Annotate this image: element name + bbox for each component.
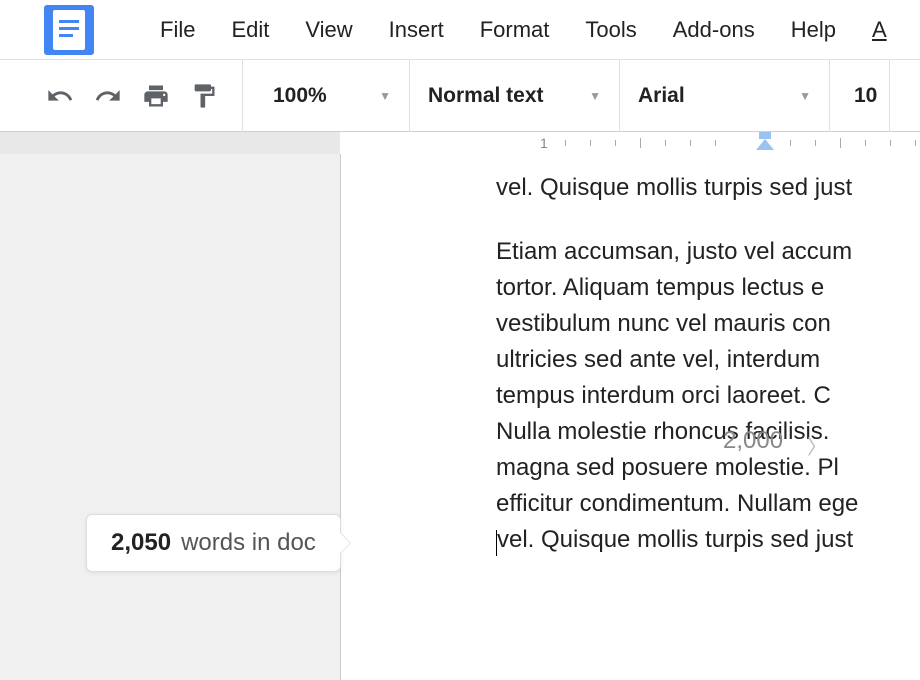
menu-file[interactable]: File: [142, 0, 213, 60]
docs-logo[interactable]: [44, 5, 94, 55]
text-line: vestibulum nunc vel mauris con: [496, 306, 920, 342]
line-marker-arrow-icon: 〉: [807, 431, 827, 460]
redo-button[interactable]: [86, 74, 130, 118]
undo-button[interactable]: [38, 74, 82, 118]
paragraph-style-dropdown[interactable]: Normal text ▼: [410, 60, 620, 132]
docs-icon: [53, 10, 85, 50]
ruler-number: 1: [540, 135, 548, 151]
text-line: efficitur condimentum. Nullam ege: [496, 486, 920, 522]
chevron-down-icon: ▼: [589, 89, 601, 103]
text-line: Nulla molestie rhoncus facilisis.: [496, 414, 920, 450]
menu-help[interactable]: Help: [773, 0, 854, 60]
menu-format[interactable]: Format: [462, 0, 568, 60]
menu-tools[interactable]: Tools: [567, 0, 654, 60]
text-line: vel. Quisque mollis turpis sed just: [496, 170, 920, 206]
first-line-indent-marker[interactable]: [759, 132, 771, 139]
menu-view[interactable]: View: [287, 0, 370, 60]
menu-edit[interactable]: Edit: [213, 0, 287, 60]
document-text[interactable]: vel. Quisque mollis turpis sed just Etia…: [341, 170, 920, 586]
font-size-dropdown[interactable]: 10: [830, 60, 890, 132]
font-size-value: 10: [854, 84, 877, 108]
text-line: ultricies sed ante vel, interdum: [496, 342, 920, 378]
ruler-margin-left: [0, 132, 340, 154]
undo-icon: [46, 82, 74, 110]
document-margin: [0, 154, 340, 680]
word-count-label: words in doc: [181, 529, 316, 557]
zoom-dropdown[interactable]: 100% ▼: [255, 60, 410, 132]
toolbar-divider: [242, 60, 243, 132]
ruler[interactable]: 1: [0, 132, 920, 154]
zoom-value: 100%: [273, 84, 327, 108]
ruler-active: 1: [340, 132, 920, 154]
text-line: magna sed posuere molestie. Pl: [496, 450, 920, 486]
print-button[interactable]: [134, 74, 178, 118]
word-count-number: 2,050: [111, 529, 171, 557]
font-value: Arial: [638, 84, 685, 108]
paint-format-icon: [190, 82, 218, 110]
font-dropdown[interactable]: Arial ▼: [620, 60, 830, 132]
text-line: Etiam accumsan, justo vel accum: [496, 234, 920, 270]
paint-format-button[interactable]: [182, 74, 226, 118]
chevron-down-icon: ▼: [799, 89, 811, 103]
redo-icon: [94, 82, 122, 110]
menu-cut: A: [854, 0, 891, 60]
line-number-marker: 2,000: [723, 427, 783, 455]
chevron-down-icon: ▼: [379, 89, 391, 103]
menu-insert[interactable]: Insert: [371, 0, 462, 60]
paragraph-style-value: Normal text: [428, 84, 544, 108]
text-line: tempus interdum orci laoreet. C: [496, 378, 920, 414]
document-page[interactable]: vel. Quisque mollis turpis sed just Etia…: [340, 154, 920, 680]
word-count-badge[interactable]: 2,050 words in doc: [86, 514, 341, 572]
toolbar: 100% ▼ Normal text ▼ Arial ▼ 10: [0, 60, 920, 132]
document-area: vel. Quisque mollis turpis sed just Etia…: [0, 154, 920, 680]
menubar: File Edit View Insert Format Tools Add-o…: [0, 0, 920, 60]
left-indent-marker[interactable]: [756, 139, 774, 150]
menu-addons[interactable]: Add-ons: [655, 0, 773, 60]
text-line: tortor. Aliquam tempus lectus e: [496, 270, 920, 306]
print-icon: [142, 82, 170, 110]
text-line: vel. Quisque mollis turpis sed just: [496, 522, 920, 558]
